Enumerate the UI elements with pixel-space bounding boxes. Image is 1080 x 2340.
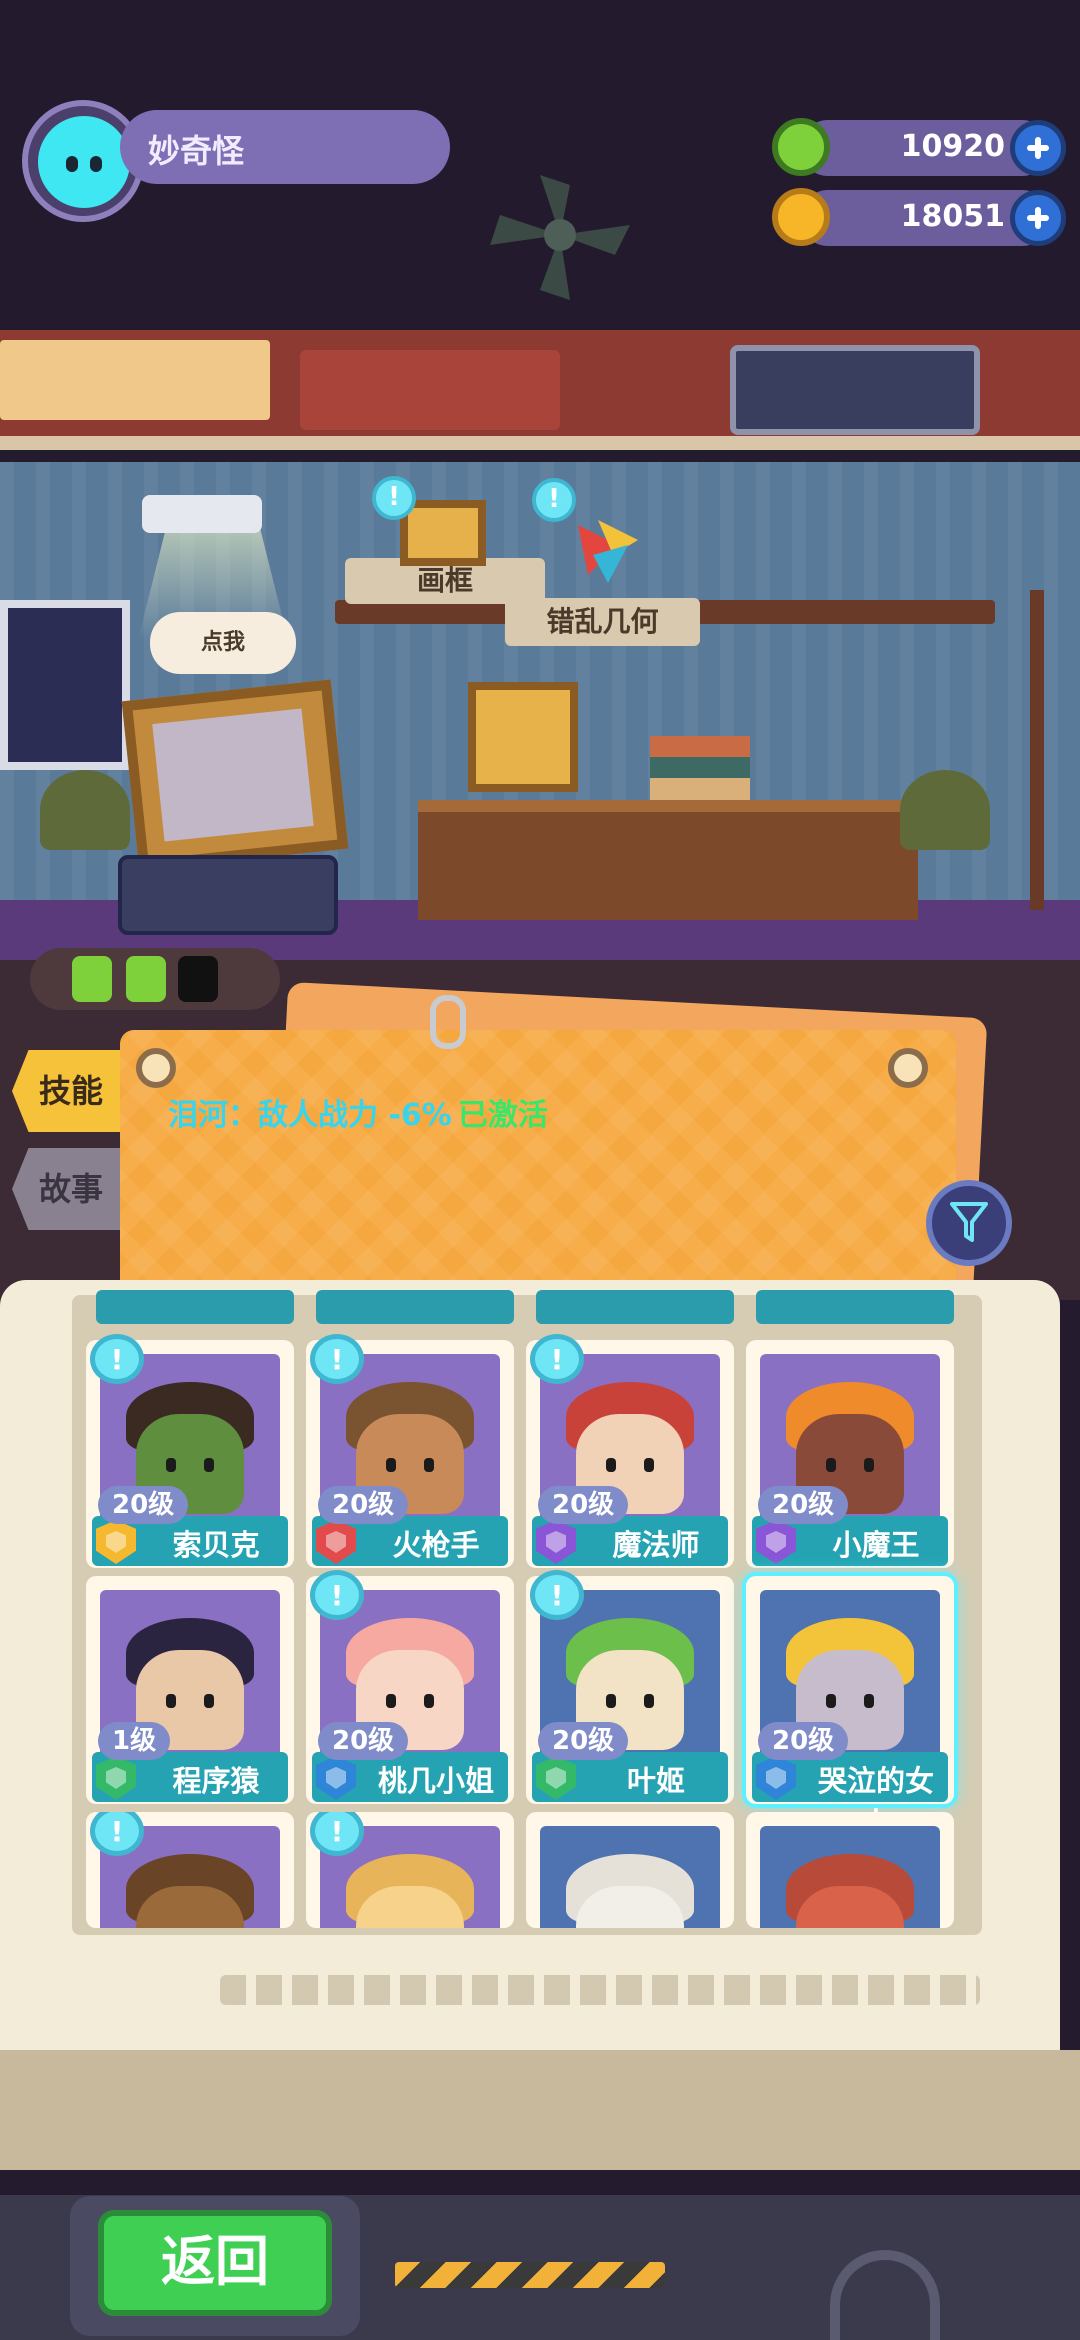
previous-row-label [96, 1290, 294, 1324]
notification-icon [90, 1334, 144, 1384]
character-level: 1级 [98, 1722, 171, 1760]
notification-icon [530, 1334, 584, 1384]
character-card[interactable]: 哭泣的女人20级 [746, 1576, 954, 1840]
frame-notification-icon [372, 476, 416, 520]
character-eye [864, 1694, 874, 1708]
character-name: 索贝克 [172, 1528, 260, 1562]
rivet-icon [888, 1048, 928, 1088]
character-name: 火枪手 [392, 1528, 480, 1562]
character-level: 20级 [318, 1486, 409, 1524]
desk-photo-frame [468, 682, 578, 792]
character-card[interactable] [306, 1812, 514, 1928]
character-level: 20级 [538, 1722, 629, 1760]
character-eye [204, 1458, 214, 1472]
frame-item[interactable] [400, 500, 486, 566]
character-card[interactable]: 索贝克 20级 [86, 1334, 294, 1568]
geometry-shape-icon[interactable] [568, 515, 644, 585]
character-card[interactable]: 小魔王 20级 [746, 1340, 954, 1568]
character-portrait [760, 1826, 940, 1928]
character-name: 魔法师 [612, 1528, 700, 1562]
character-card[interactable]: 魔法师 20级 [526, 1334, 734, 1568]
notification-icon [310, 1334, 364, 1384]
filter-button[interactable] [926, 1180, 1012, 1266]
character-eye [826, 1458, 836, 1472]
character-level: 20级 [318, 1722, 409, 1760]
character-eye [204, 1694, 214, 1708]
plant-right [900, 770, 990, 850]
desk [418, 800, 918, 920]
notification-icon [530, 1570, 584, 1620]
painting-canvas [152, 708, 314, 842]
character-eye [166, 1458, 176, 1472]
character-eye [606, 1458, 616, 1472]
character-name: 叶姬 [626, 1764, 685, 1798]
character-eye [644, 1694, 654, 1708]
previous-row-label [536, 1290, 734, 1324]
character-eye [424, 1694, 434, 1708]
gem-count: 10920 [900, 129, 1005, 164]
book-base [0, 2050, 1080, 2170]
puzzle-notification-icon [532, 478, 576, 522]
ceiling-lamp [142, 495, 262, 533]
buff-description: 泪河：敌人战力 -6% 已激活 [168, 1090, 548, 1134]
shelf-device [300, 350, 560, 430]
character-level: 20级 [758, 1486, 849, 1524]
plant-left [40, 770, 130, 850]
character-eye [386, 1694, 396, 1708]
tab-skills[interactable]: 技能 [12, 1050, 130, 1132]
character-name: 程序猿 [172, 1764, 260, 1798]
window [0, 600, 130, 770]
character-name: 小魔王 [832, 1528, 920, 1562]
character-eye [826, 1694, 836, 1708]
character-card[interactable] [526, 1812, 734, 1928]
character-portrait [540, 1826, 720, 1928]
character-eye [166, 1694, 176, 1708]
character-eye [644, 1458, 654, 1472]
character-level: 20级 [538, 1486, 629, 1524]
energy-empty-icon [178, 956, 218, 1002]
character-eye [606, 1694, 616, 1708]
character-eye [864, 1458, 874, 1472]
energy-full-icon [72, 956, 112, 1002]
puzzle-sign[interactable]: 错乱几何 [505, 598, 700, 646]
skill-board [120, 1030, 956, 1310]
add-gem-button[interactable] [1010, 120, 1066, 176]
tab-story[interactable]: 故事 [12, 1148, 130, 1230]
notification-icon [310, 1570, 364, 1620]
character-card[interactable] [746, 1812, 954, 1928]
book-stack [650, 736, 750, 800]
character-name: 桃几小姐 [377, 1764, 494, 1798]
previous-row-label [316, 1290, 514, 1324]
character-eye [424, 1458, 434, 1472]
add-coin-button[interactable] [1010, 190, 1066, 246]
character-card[interactable]: 程序猿 1级 [86, 1576, 294, 1804]
player-name: 妙奇怪 [148, 132, 245, 170]
buff-status: 已激活 [457, 1098, 548, 1133]
character-card[interactable] [86, 1812, 294, 1928]
back-button[interactable]: 返回 [98, 2210, 332, 2316]
paper-clip-icon [430, 995, 466, 1049]
character-level: 20级 [98, 1486, 189, 1524]
rivet-icon [136, 1048, 176, 1088]
character-card[interactable]: 火枪手 20级 [306, 1334, 514, 1568]
avatar-cat-icon[interactable] [38, 116, 130, 208]
ceiling-fan-icon [490, 175, 630, 300]
hazard-stripe [395, 2262, 665, 2288]
character-card[interactable]: 桃几小姐 20级 [306, 1570, 514, 1804]
character-card[interactable]: 叶姬 20级 [526, 1570, 734, 1804]
energy-full-icon [126, 956, 166, 1002]
character-eye [386, 1458, 396, 1472]
previous-row-label [756, 1290, 954, 1324]
shelf-crate [0, 340, 270, 420]
filter-icon [950, 1202, 988, 1242]
ghost-box [730, 345, 980, 435]
buff-text: 泪河：敌人战力 -6% [168, 1098, 452, 1133]
coin-count: 18051 [900, 199, 1005, 234]
character-level: 20级 [758, 1722, 849, 1760]
tap-me-bubble[interactable]: 点我 [150, 612, 296, 674]
machine [118, 855, 338, 935]
page-footer-text [220, 1975, 980, 2005]
coat-rack [1030, 590, 1044, 910]
